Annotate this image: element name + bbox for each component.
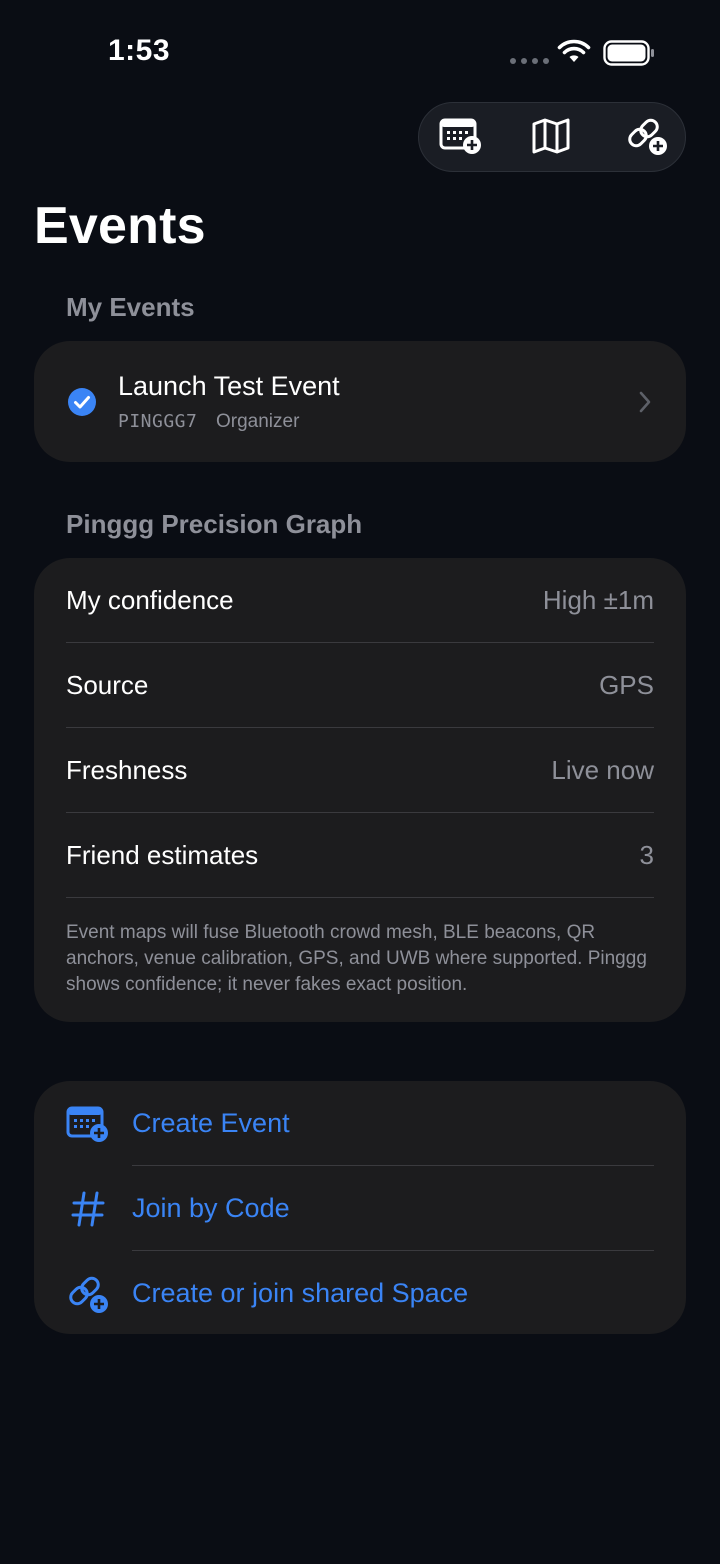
link-add-icon [625, 116, 669, 161]
event-role: Organizer [216, 411, 300, 432]
action-label: Join by Code [132, 1193, 290, 1223]
create-event-button[interactable]: Create Event [34, 1081, 686, 1166]
event-title: Launch Test Event [118, 371, 340, 401]
row-value: Live now [551, 755, 654, 785]
checkmark-circle-icon [67, 387, 97, 422]
precision-graph-card: My confidence High ±1m Source GPS Freshn… [34, 558, 686, 1022]
signal-dots-icon [510, 58, 549, 64]
map-icon [531, 118, 571, 159]
calendar-add-icon [66, 1103, 110, 1145]
precision-graph-header: Pinggg Precision Graph [66, 509, 363, 539]
row-value: High ±1m [542, 585, 654, 615]
row-label: My confidence [66, 585, 234, 615]
divider [66, 897, 654, 898]
row-label: Source [66, 670, 149, 700]
actions-card: Create Event Join by Code Create or join… [34, 1081, 686, 1334]
freshness-row: Freshness Live now [66, 728, 654, 813]
confidence-row: My confidence High ±1m [66, 558, 654, 643]
action-label: Create Event [132, 1108, 290, 1138]
chevron-right-icon [638, 391, 652, 418]
shared-space-toolbar-button[interactable] [625, 118, 669, 158]
new-event-toolbar-button[interactable] [439, 118, 483, 158]
hash-icon [66, 1188, 110, 1230]
page-title: Events [34, 197, 206, 255]
action-label: Create or join shared Space [132, 1278, 469, 1308]
source-row: Source GPS [66, 643, 654, 728]
event-row[interactable]: Launch Test Event PINGGG7 Organizer [34, 341, 686, 462]
row-label: Freshness [66, 755, 188, 785]
battery-icon [603, 40, 655, 71]
event-toolbar [418, 102, 686, 172]
row-value: GPS [599, 670, 654, 700]
calendar-add-icon [439, 117, 483, 160]
precision-note: Event maps will fuse Bluetooth crowd mes… [66, 922, 647, 995]
my-events-header: My Events [66, 292, 195, 322]
friend-estimates-row: Friend estimates 3 [66, 813, 654, 898]
status-time: 1:53 [108, 34, 171, 67]
join-by-code-button[interactable]: Join by Code [34, 1166, 686, 1251]
map-toolbar-button[interactable] [529, 118, 573, 158]
link-add-icon [66, 1273, 110, 1315]
wifi-icon [557, 38, 591, 69]
row-value: 3 [639, 840, 654, 870]
shared-space-button[interactable]: Create or join shared Space [34, 1251, 686, 1336]
event-code: PINGGG7 [118, 411, 198, 432]
row-label: Friend estimates [66, 840, 259, 870]
